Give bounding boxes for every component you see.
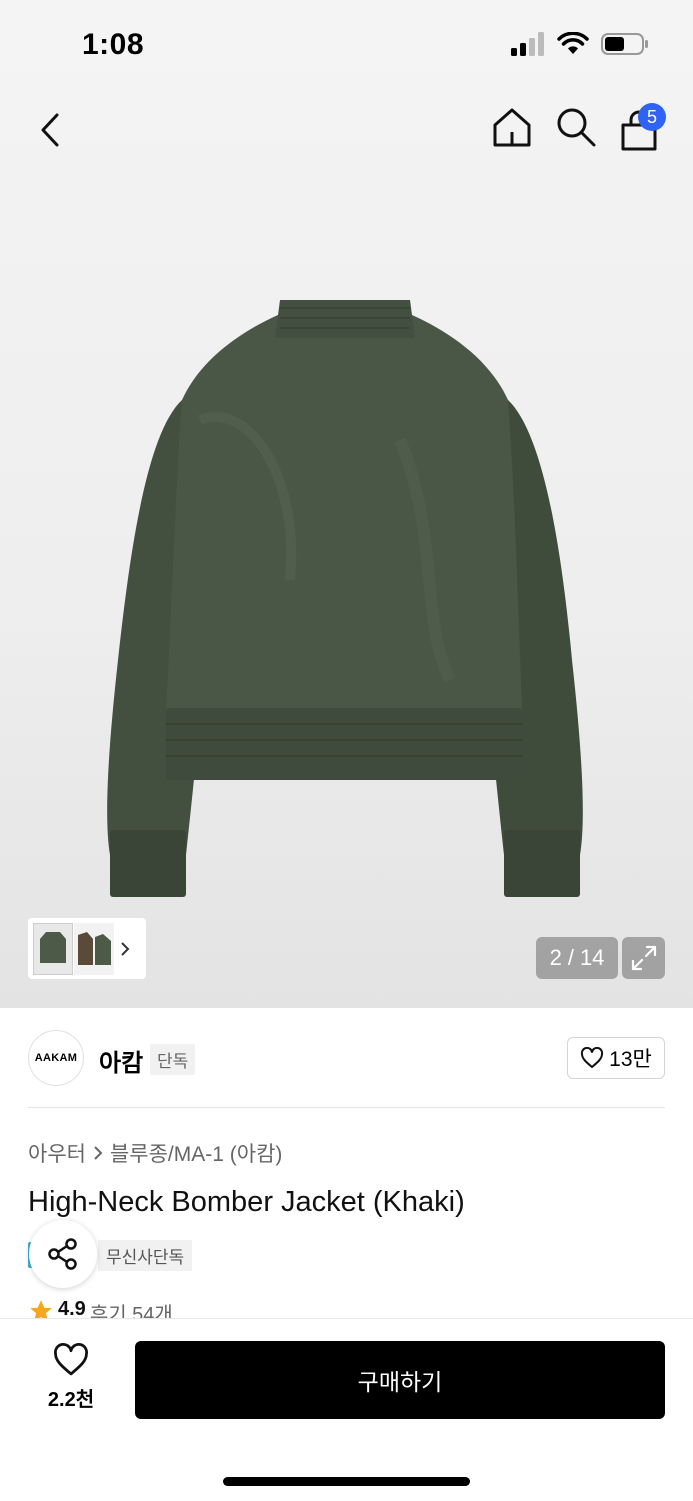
status-icons — [511, 32, 649, 56]
fullscreen-button[interactable] — [622, 937, 665, 979]
wifi-icon — [557, 32, 589, 54]
cellular-signal-icon — [511, 32, 544, 56]
chevron-left-icon — [41, 113, 59, 147]
thumbnail-styling[interactable] — [74, 922, 114, 975]
heart-outline-icon — [581, 1047, 604, 1068]
page-counter-current: 2 — [549, 945, 562, 970]
product-title: High-Neck Bomber Jacket (Khaki) — [28, 1186, 465, 1218]
cart-count-badge: 5 — [638, 103, 666, 131]
product-image[interactable] — [90, 280, 600, 905]
breadcrumb-category[interactable]: 아우터 — [28, 1138, 86, 1168]
brand-like-button[interactable]: 13만 — [567, 1037, 665, 1079]
product-gallery[interactable]: 1:08 5 2 / 14 — [0, 0, 693, 1008]
page-counter-separator: / — [567, 945, 574, 970]
home-button[interactable] — [490, 105, 534, 153]
heart-outline-icon — [54, 1343, 88, 1376]
image-page-counter: 2 / 14 — [536, 937, 618, 979]
divider — [28, 1107, 665, 1108]
expand-icon — [631, 945, 656, 971]
product-like-button[interactable]: 2.2천 — [28, 1343, 114, 1419]
brand-exclusive-tag: 단독 — [150, 1044, 196, 1075]
status-time: 1:08 — [82, 28, 145, 61]
search-button[interactable] — [554, 105, 598, 153]
search-icon — [557, 108, 596, 147]
bottom-action-bar: 2.2천 구매하기 — [0, 1318, 693, 1501]
home-icon — [493, 108, 531, 147]
chevron-right-icon — [94, 1146, 103, 1160]
top-nav-bar: 5 — [0, 95, 693, 165]
breadcrumb-subcategory[interactable]: 블루종/MA-1 (아캄) — [110, 1138, 282, 1168]
chevron-right-icon[interactable] — [120, 941, 130, 957]
brand-like-count: 13만 — [609, 1048, 652, 1071]
jacket-thumbnail-icon — [40, 931, 66, 963]
back-button[interactable] — [30, 107, 70, 153]
jacket-pair-thumbnail-icon — [78, 931, 111, 965]
page-counter-total: 14 — [579, 945, 605, 970]
home-indicator[interactable] — [223, 1477, 470, 1486]
breadcrumb: 아우터 블루종/MA-1 (아캄) — [28, 1138, 282, 1168]
product-like-count: 2.2천 — [47, 1389, 95, 1411]
share-icon — [48, 1238, 77, 1270]
battery-icon — [601, 33, 648, 55]
exclusive-tag: 무신사단독 — [98, 1239, 193, 1271]
brand-logo[interactable]: AAKAM — [28, 1030, 84, 1086]
cart-button[interactable]: 5 — [618, 103, 666, 153]
brand-row: AAKAM 아캄 단독 13만 — [28, 1030, 665, 1086]
thumbnail-front[interactable] — [33, 922, 73, 975]
share-button[interactable] — [29, 1220, 97, 1288]
thumbnail-strip[interactable] — [28, 918, 146, 979]
brand-name[interactable]: 아캄 — [99, 1043, 143, 1078]
status-bar: 1:08 — [0, 0, 693, 90]
buy-button[interactable]: 구매하기 — [135, 1341, 665, 1419]
